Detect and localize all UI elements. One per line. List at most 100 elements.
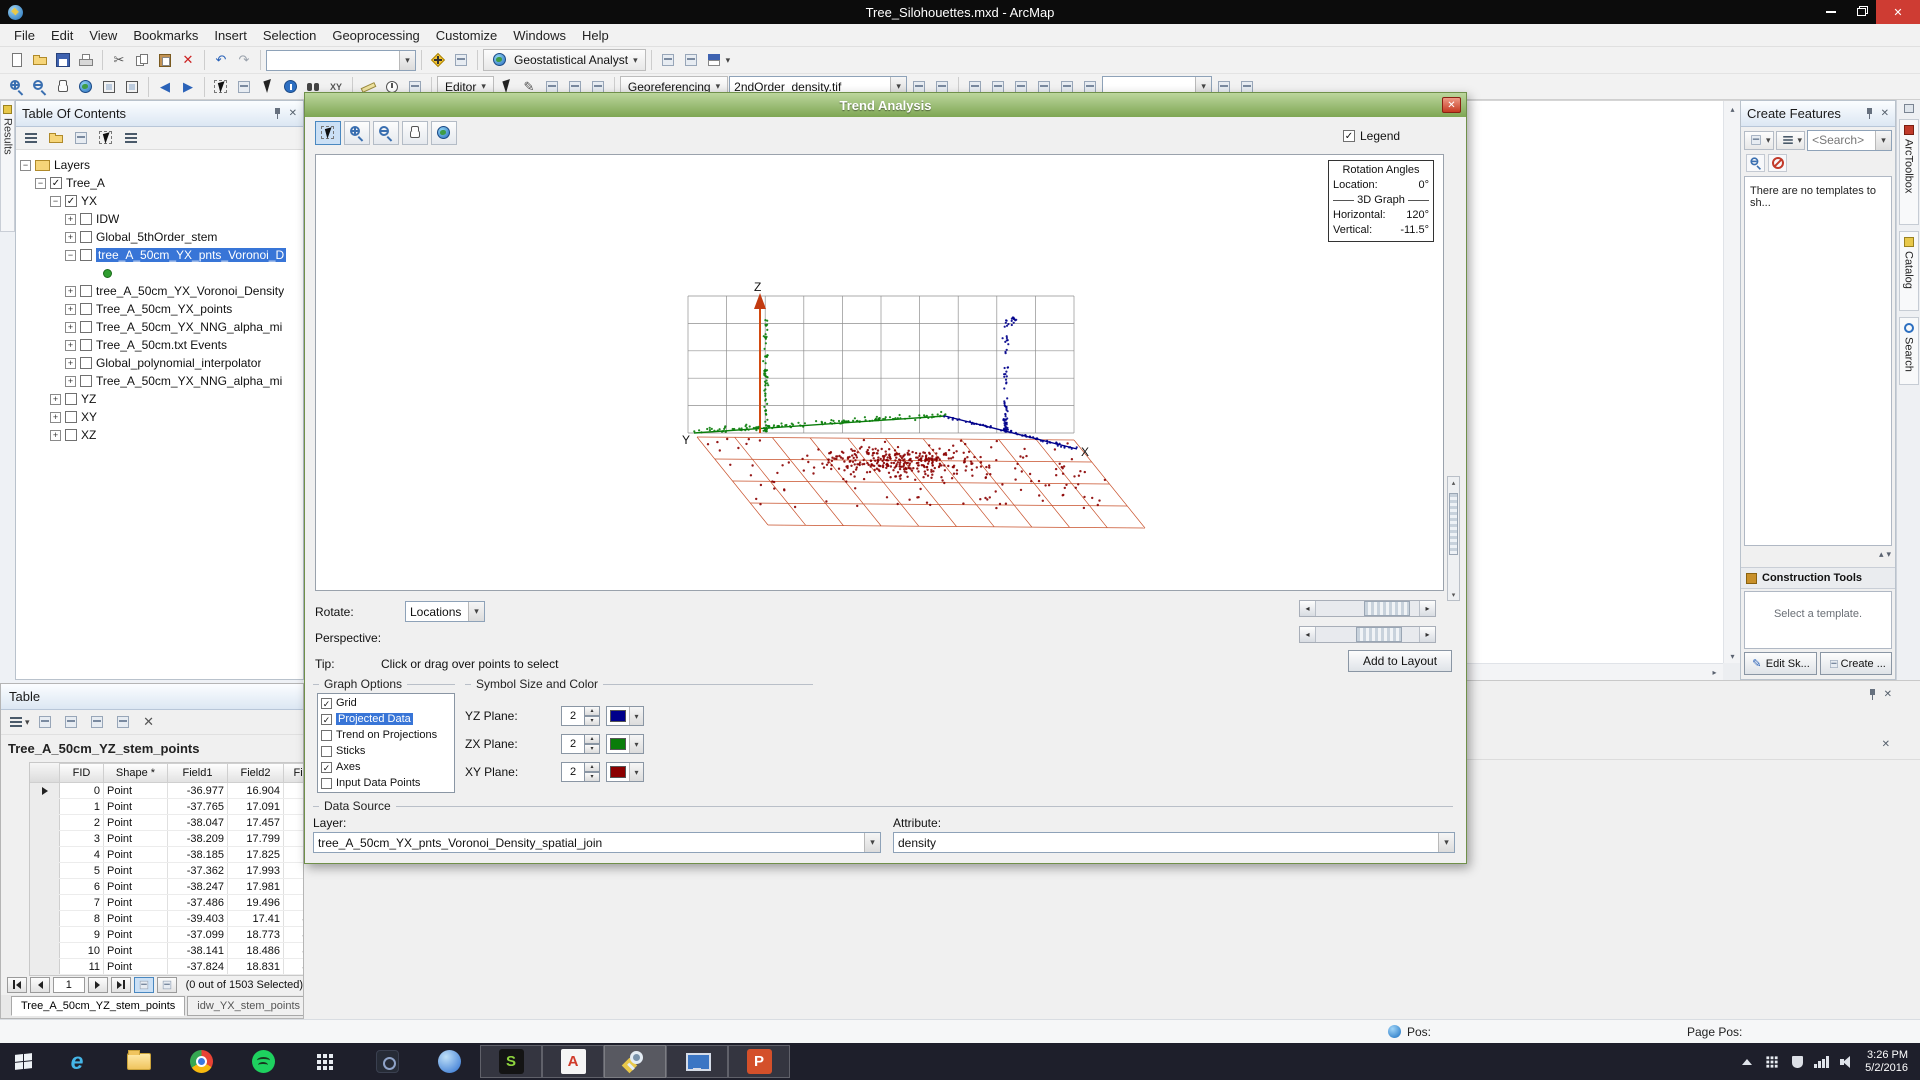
expander-icon[interactable]: + <box>65 232 76 243</box>
graph-option-checkbox[interactable] <box>321 778 332 789</box>
scroll-down-arrow[interactable]: ▾ <box>1724 648 1741 664</box>
graph-option-checkbox[interactable] <box>321 746 332 757</box>
table-row[interactable]: 2Point-38.04717.45720.79 <box>30 815 304 831</box>
toc-layer-row[interactable]: +tree_A_50cm_YX_Voronoi_Density <box>16 282 303 300</box>
select-all-button[interactable] <box>60 711 82 733</box>
expander-icon[interactable]: + <box>65 304 76 315</box>
toc-layer-row[interactable]: +IDW <box>16 210 303 228</box>
restore-button[interactable] <box>1846 0 1876 24</box>
row-selector[interactable] <box>30 863 60 878</box>
menu-item-selection[interactable]: Selection <box>255 26 324 45</box>
search-tab[interactable]: Search <box>1899 317 1919 385</box>
expander-icon[interactable]: − <box>50 196 61 207</box>
back-extent-button[interactable]: ◀ <box>154 76 176 98</box>
rotate-scroll-thumb[interactable] <box>1364 601 1410 616</box>
clear-search-icon[interactable] <box>1768 154 1787 172</box>
forward-extent-button[interactable]: ▶ <box>177 76 199 98</box>
zoom-out-button[interactable] <box>29 76 51 98</box>
clear-table-selection-button[interactable]: ✕ <box>138 711 160 733</box>
select-elements-button[interactable] <box>256 76 278 98</box>
layer-checkbox[interactable] <box>80 249 92 261</box>
table-tab-inactive[interactable]: idw_YX_stem_points <box>187 996 304 1016</box>
taskbar-media-app-icon[interactable] <box>356 1045 418 1078</box>
dock-pin-icon[interactable] <box>1868 689 1877 700</box>
tray-action-center-icon[interactable] <box>1792 1056 1803 1068</box>
perspective-scroll-right[interactable]: ▸ <box>1419 627 1435 642</box>
collapse-section-icon[interactable]: ▴ <box>1879 549 1884 560</box>
map-scale-arrow[interactable]: ▾ <box>399 51 415 70</box>
layer-checkbox[interactable] <box>80 375 92 387</box>
layer-checkbox[interactable] <box>80 357 92 369</box>
graph-option-checkbox[interactable]: ✓ <box>321 698 332 709</box>
row-selector[interactable] <box>30 879 60 894</box>
map-vertical-scrollbar[interactable]: ▴ ▾ <box>1723 101 1740 664</box>
column-header-field2[interactable]: Field2 <box>228 763 284 783</box>
menu-item-bookmarks[interactable]: Bookmarks <box>125 26 206 45</box>
edit-sketch-button[interactable]: ✎ Edit Sk... <box>1744 652 1817 675</box>
toc-layer-row[interactable]: −✓Tree_A <box>16 174 303 192</box>
layer-combo-arrow[interactable]: ▾ <box>864 833 880 852</box>
list-by-selection-button[interactable] <box>95 127 117 149</box>
layer-checkbox[interactable] <box>80 231 92 243</box>
row-selector[interactable] <box>30 895 60 910</box>
layer-checkbox[interactable] <box>65 393 77 405</box>
table-row[interactable]: 1Point-37.76517.09114.76 <box>30 799 304 815</box>
layer-checkbox[interactable]: ✓ <box>50 177 62 189</box>
select-features-button[interactable] <box>210 76 232 98</box>
trend-pan-button[interactable] <box>402 121 428 145</box>
taskbar-explorer-icon[interactable] <box>108 1045 170 1078</box>
expander-icon[interactable]: + <box>65 376 76 387</box>
arc-toolbox-button[interactable] <box>657 49 679 71</box>
table-options-button[interactable]: ▾ <box>7 711 30 733</box>
yz-plane-color-picker[interactable]: ▾ <box>606 706 644 726</box>
row-selector[interactable] <box>30 911 60 926</box>
rotate-scrollbar[interactable]: ◂ ▸ <box>1299 600 1436 617</box>
trend-plot-area[interactable]: ZYX Rotation Angles Location: 0° 3D Grap… <box>315 154 1444 591</box>
table-row[interactable]: 4Point-38.18517.82529.76 <box>30 847 304 863</box>
toc-pin-icon[interactable] <box>273 108 282 119</box>
row-selector[interactable] <box>30 927 60 942</box>
toc-layer-row[interactable]: −Layers <box>16 156 303 174</box>
create-features-button[interactable]: Create ... <box>1820 652 1893 675</box>
related-tables-button[interactable] <box>112 711 134 733</box>
trend-zoom-in-button[interactable] <box>344 121 370 145</box>
templates-filter-button[interactable]: ▾ <box>1776 131 1806 150</box>
yz-plane-size-spinner[interactable]: 2 ▴▾ <box>561 706 600 726</box>
toc-layer-row[interactable]: +Global_5thOrder_stem <box>16 228 303 246</box>
search-templates-icon[interactable] <box>1746 154 1765 172</box>
zx-plane-size-spinner[interactable]: 2 ▴▾ <box>561 734 600 754</box>
expander-icon[interactable]: − <box>65 250 76 261</box>
tray-apps-icon[interactable] <box>1766 1055 1779 1068</box>
table-row[interactable]: 10Point-38.14118.48643.05 <box>30 943 304 959</box>
geostatistical-analyst-menu[interactable]: Geostatistical Analyst ▾ <box>483 49 646 71</box>
list-by-source-button[interactable] <box>45 127 67 149</box>
table-row[interactable]: 8Point-39.40317.4149.53 <box>30 911 304 927</box>
table-row[interactable]: 0Point-36.97716.9045.29 <box>30 783 304 799</box>
table-row[interactable]: 9Point-37.09918.77341.49 <box>30 927 304 943</box>
toc-options-button[interactable] <box>120 127 142 149</box>
close-button[interactable]: ✕ <box>1876 0 1920 24</box>
dock-table-close-icon[interactable]: ✕ <box>1882 739 1890 750</box>
cut-button[interactable]: ✂ <box>108 49 130 71</box>
scroll-up-arrow[interactable]: ▴ <box>1724 101 1741 117</box>
show-all-records-button[interactable] <box>134 977 154 993</box>
layer-checkbox[interactable] <box>65 411 77 423</box>
python-window-button[interactable] <box>680 49 702 71</box>
taskbar-a-app-icon[interactable]: A <box>542 1045 604 1078</box>
row-selector[interactable] <box>30 783 60 798</box>
attribute-combo-arrow[interactable]: ▾ <box>1438 833 1454 852</box>
plot-vertical-scrollbar[interactable]: ▴ ▾ <box>1447 476 1460 601</box>
taskbar-apps-grid-icon[interactable] <box>294 1045 356 1078</box>
expander-icon[interactable]: + <box>50 394 61 405</box>
add-to-layout-button[interactable]: Add to Layout <box>1348 650 1452 672</box>
copy-button[interactable] <box>131 49 153 71</box>
table-row[interactable]: 11Point-37.82418.83144.28 <box>30 959 304 975</box>
expander-icon[interactable]: + <box>65 214 76 225</box>
toc-layer-row[interactable]: +Tree_A_50cm_YX_points <box>16 300 303 318</box>
toc-layer-row[interactable]: +YZ <box>16 390 303 408</box>
pan-button[interactable] <box>52 76 74 98</box>
taskbar-s-app-icon[interactable]: S <box>480 1045 542 1078</box>
show-selected-records-button[interactable] <box>157 977 177 993</box>
toc-layer-row[interactable]: +XZ <box>16 426 303 444</box>
paste-button[interactable] <box>154 49 176 71</box>
